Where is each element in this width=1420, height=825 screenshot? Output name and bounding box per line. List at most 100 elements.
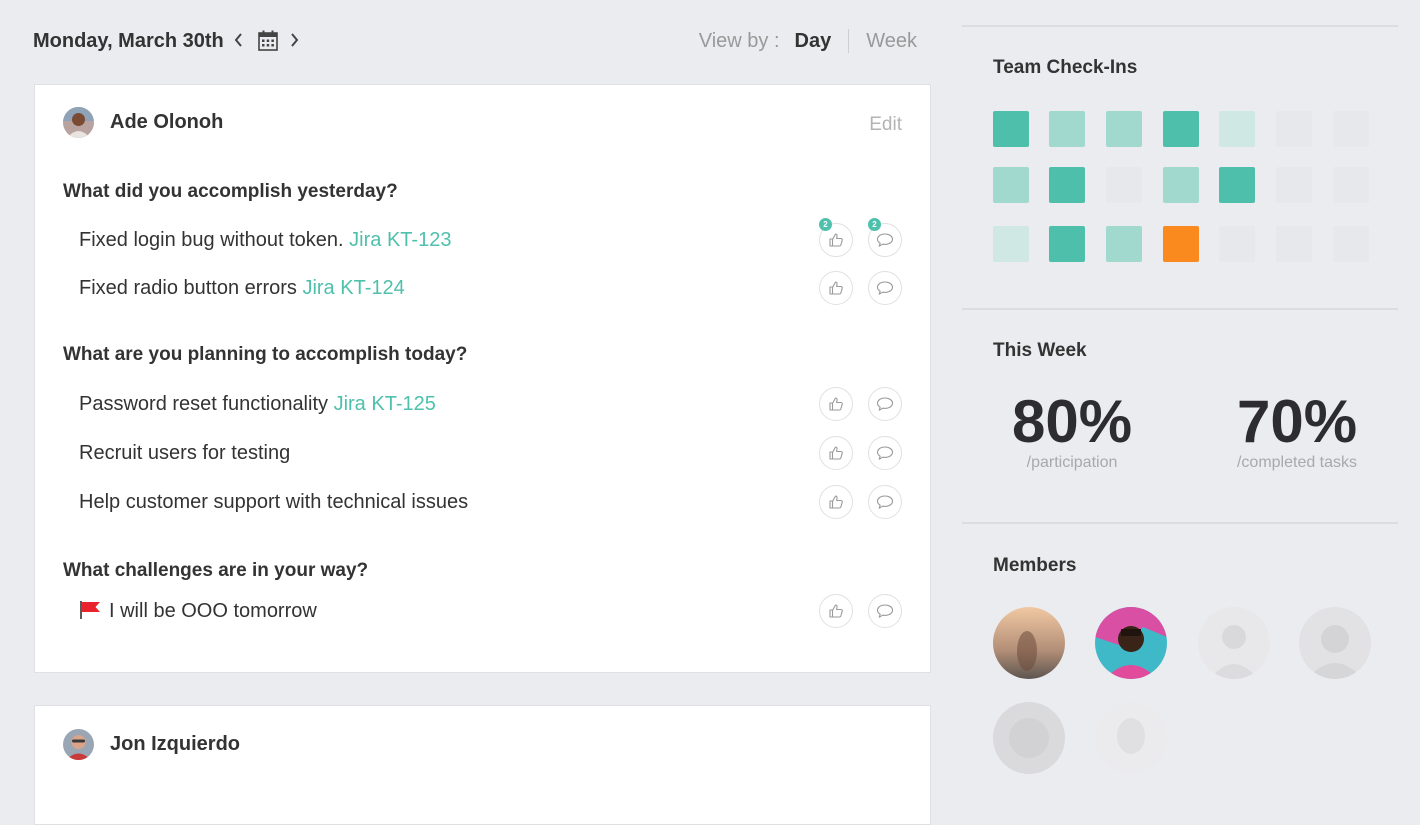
checkin-grid-cell[interactable] [1276,111,1312,147]
checkin-grid-cell[interactable] [1049,226,1085,262]
checkin-grid-cell[interactable] [1163,167,1199,203]
checkin-grid-cell[interactable] [1333,167,1369,203]
question-heading: What did you accomplish yesterday? [63,181,398,202]
participation-label: /participation [1026,454,1118,471]
member-avatar[interactable] [1198,607,1270,679]
comment-button[interactable] [868,436,902,470]
item-text: Help customer support with technical iss… [79,491,469,513]
item-text: Recruit users for testing [79,442,291,464]
item-text: Fixed radio button errors [79,277,297,299]
speech-bubble-icon [876,281,894,295]
checkin-grid-cell[interactable] [1049,167,1085,203]
list-item: Help customer support with technical iss… [79,485,903,521]
chevron-right-icon [291,33,299,47]
checkin-grid-cell[interactable] [1163,226,1199,262]
comment-button[interactable] [868,594,902,628]
checkin-grid-cell[interactable] [1333,111,1369,147]
comment-button[interactable] [868,485,902,519]
like-button[interactable] [819,436,853,470]
question-heading: What are you planning to accomplish toda… [63,344,468,365]
red-flag-icon [80,601,100,619]
speech-bubble-icon [876,604,894,618]
list-item: Fixed radio button errors Jira KT-124 [79,271,903,307]
avatar [63,107,94,138]
like-count-badge: 2 [819,218,832,231]
member-avatar[interactable] [1095,607,1167,679]
completed-label: /completed tasks [1236,454,1358,471]
this-week-title: This Week [993,340,1087,361]
checkin-grid-cell[interactable] [1333,226,1369,262]
checkin-grid-cell[interactable] [993,167,1029,203]
thumbs-up-icon [829,397,843,411]
avatar [63,729,94,760]
checkin-grid [993,111,1371,264]
completed-stat: 70% /completed tasks [1197,388,1397,472]
divider [962,25,1398,27]
jira-link[interactable]: Jira KT-124 [302,277,404,299]
like-button[interactable] [819,387,853,421]
jira-link[interactable]: Jira KT-125 [334,393,436,415]
view-day-option[interactable]: Day [795,30,832,53]
like-button[interactable] [819,271,853,305]
jira-link[interactable]: Jira KT-123 [349,229,451,251]
checkin-author: Ade Olonoh [63,107,223,138]
checkin-grid-cell[interactable] [1219,111,1255,147]
calendar-button[interactable] [255,28,281,52]
members-title: Members [993,555,1077,576]
list-item: I will be OOO tomorrow [79,594,903,630]
checkin-grid-cell[interactable] [1276,226,1312,262]
checkin-grid-cell[interactable] [1219,167,1255,203]
thumbs-up-icon [829,495,843,509]
thumbs-up-icon [829,233,843,247]
checkin-grid-cell[interactable] [1106,226,1142,262]
completed-value: 70% [1236,388,1358,455]
checkin-grid-cell[interactable] [993,226,1029,262]
checkin-grid-cell[interactable] [1276,167,1312,203]
member-avatar[interactable] [1299,607,1371,679]
checkin-card: Jon Izquierdo [34,705,931,825]
like-button[interactable]: 2 [819,218,853,257]
list-item: Password reset functionality Jira KT-125 [79,387,903,423]
view-week-option[interactable]: Week [866,30,917,53]
checkin-grid-cell[interactable] [1106,167,1142,203]
divider [848,29,850,53]
view-by-toggle: View by : Day Week [699,28,917,54]
checkin-grid-cell[interactable] [1219,226,1255,262]
checkin-grid-cell[interactable] [1163,111,1199,147]
checkin-card: Ade Olonoh Edit What did you accomplish … [34,84,931,673]
speech-bubble-icon [876,233,894,247]
comment-button[interactable] [868,387,902,421]
top-bar: Monday, March 30th View by : Day Week [33,26,917,56]
thumbs-up-icon [829,446,843,460]
like-button[interactable] [819,485,853,519]
member-avatar[interactable] [1095,702,1167,774]
checkin-grid-cell[interactable] [1049,111,1085,147]
divider [962,308,1398,310]
prev-day-button[interactable] [229,28,249,52]
member-avatar[interactable] [993,607,1065,679]
chevron-left-icon [234,33,242,47]
item-text: I will be OOO tomorrow [109,600,317,622]
list-item: Fixed login bug without token. Jira KT-1… [79,218,903,259]
edit-button[interactable]: Edit [869,114,902,136]
member-avatar[interactable] [993,702,1065,774]
checkin-grid-cell[interactable] [993,111,1029,147]
comment-button[interactable] [868,271,902,305]
thumbs-up-icon [829,604,843,618]
current-date: Monday, March 30th [33,30,224,52]
item-text: Password reset functionality [79,393,329,415]
item-text: Fixed login bug without token. [79,229,344,251]
participation-stat: 80% /participation [972,388,1172,472]
view-by-label: View by : [698,29,780,52]
question-heading: What challenges are in your way? [63,560,369,581]
speech-bubble-icon [876,446,894,460]
like-button[interactable] [819,594,853,628]
person-name: Ade Olonoh [110,111,224,133]
participation-value: 80% [1011,388,1133,455]
calendar-icon [258,30,278,51]
thumbs-up-icon [829,281,843,295]
checkin-grid-cell[interactable] [1106,111,1142,147]
next-day-button[interactable] [284,28,304,52]
comment-button[interactable]: 2 [868,218,902,257]
checkin-author: Jon Izquierdo [63,729,240,760]
